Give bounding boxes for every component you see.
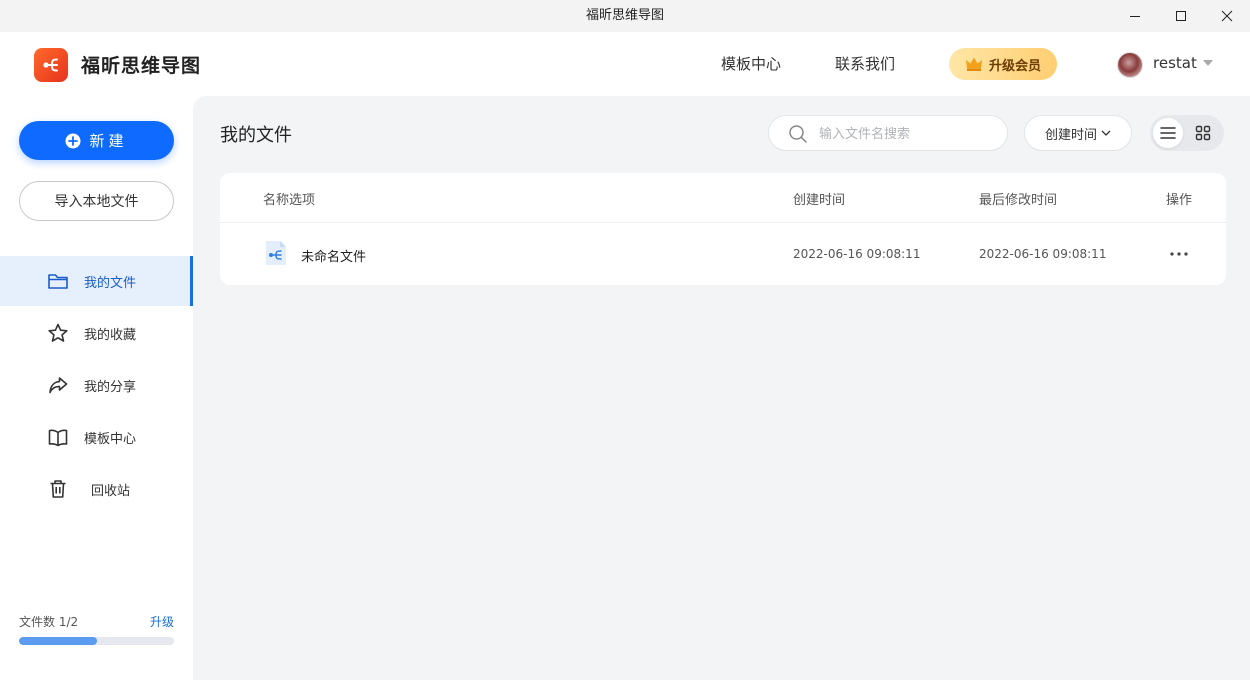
username[interactable]: restat [1153, 54, 1197, 72]
share-icon [49, 377, 68, 394]
more-icon [1170, 252, 1188, 256]
file-quota-bar-fill [19, 637, 97, 645]
avatar[interactable] [1117, 52, 1143, 78]
sidebar-item-favorites[interactable]: 我的收藏 [0, 308, 193, 358]
main-content: 我的文件 创建时间 名称选项 创建时间 最 [193, 96, 1250, 680]
folder-icon [48, 274, 68, 289]
file-name[interactable]: 未命名文件 [301, 246, 366, 265]
title-bar: 福昕思维导图 [0, 0, 1250, 32]
file-quota-label: 文件数 1/2 [19, 615, 79, 629]
table-row[interactable]: 未命名文件 2022-06-16 09:08:11 2022-06-16 09:… [220, 223, 1226, 285]
star-icon [48, 323, 68, 342]
new-file-label: 新建 [89, 132, 128, 150]
file-created-time: 2022-06-16 09:08:11 [793, 247, 921, 261]
minimize-icon [1130, 16, 1140, 17]
sidebar-item-templates[interactable]: 模板中心 [0, 412, 193, 462]
book-icon [48, 429, 68, 447]
column-header-actions: 操作 [1166, 193, 1193, 208]
sidebar-item-my-files[interactable]: 我的文件 [0, 256, 193, 306]
import-local-file-button[interactable]: 导入本地文件 [19, 181, 174, 221]
column-header-name[interactable]: 名称选项 [263, 189, 315, 208]
upgrade-vip-label: 升级会员 [988, 58, 1041, 74]
sidebar-item-label: 我的收藏 [84, 328, 137, 343]
quota-upgrade-link[interactable]: 升级 [150, 613, 174, 630]
file-table: 名称选项 创建时间 最后修改时间 操作 未命名文件 2022-06-16 09:… [220, 173, 1226, 285]
sidebar-item-label: 回收站 [91, 484, 131, 499]
trash-icon [50, 480, 66, 498]
close-button[interactable] [1204, 0, 1250, 32]
crown-icon [965, 57, 982, 71]
nav-contact-us[interactable]: 联系我们 [835, 53, 895, 74]
sidebar-item-shared[interactable]: 我的分享 [0, 360, 193, 410]
app-logo [34, 48, 68, 82]
mindmap-logo-icon [43, 58, 58, 72]
column-header-modified[interactable]: 最后修改时间 [979, 189, 1057, 208]
more-actions-button[interactable] [1168, 243, 1190, 265]
window-title: 福昕思维导图 [585, 8, 664, 23]
sidebar: 新建 导入本地文件 我的文件 我的收藏 我的分享 模板中心 回收站 文件数 1/… [0, 96, 193, 680]
column-header-created[interactable]: 创建时间 [793, 189, 845, 208]
search-input[interactable] [819, 124, 994, 144]
list-icon [1160, 127, 1176, 139]
sort-dropdown[interactable]: 创建时间 [1024, 115, 1132, 151]
grid-icon [1195, 125, 1211, 141]
upgrade-vip-button[interactable]: 升级会员 [949, 48, 1057, 80]
mindmap-file-icon [266, 241, 286, 265]
sidebar-item-label: 我的分享 [84, 380, 137, 395]
app-header: 福昕思维导图 模板中心 联系我们 升级会员 restat [0, 32, 1250, 96]
maximize-icon [1176, 11, 1186, 21]
chevron-down-icon[interactable] [1203, 60, 1213, 66]
sidebar-item-label: 模板中心 [84, 432, 137, 447]
search-box[interactable] [768, 115, 1008, 151]
minimize-button[interactable] [1112, 0, 1158, 32]
file-quota-bar [19, 637, 174, 645]
view-mode-toggle [1150, 115, 1224, 151]
table-header: 名称选项 创建时间 最后修改时间 操作 [220, 173, 1226, 223]
sidebar-item-label: 我的文件 [84, 276, 137, 291]
nav-template-center[interactable]: 模板中心 [721, 53, 781, 74]
chevron-down-icon [1101, 130, 1111, 136]
app-name: 福昕思维导图 [81, 55, 202, 77]
new-file-button[interactable]: 新建 [19, 121, 174, 160]
grid-view-button[interactable] [1188, 118, 1218, 148]
close-icon [1221, 10, 1233, 22]
plus-circle-icon [65, 133, 81, 148]
list-view-button[interactable] [1153, 118, 1183, 148]
sidebar-item-recycle-bin[interactable]: 回收站 [0, 464, 193, 514]
maximize-button[interactable] [1158, 0, 1204, 32]
file-modified-time: 2022-06-16 09:08:11 [979, 247, 1107, 261]
page-title: 我的文件 [220, 125, 292, 146]
sort-label: 创建时间 [1044, 127, 1097, 143]
search-icon [789, 125, 807, 143]
